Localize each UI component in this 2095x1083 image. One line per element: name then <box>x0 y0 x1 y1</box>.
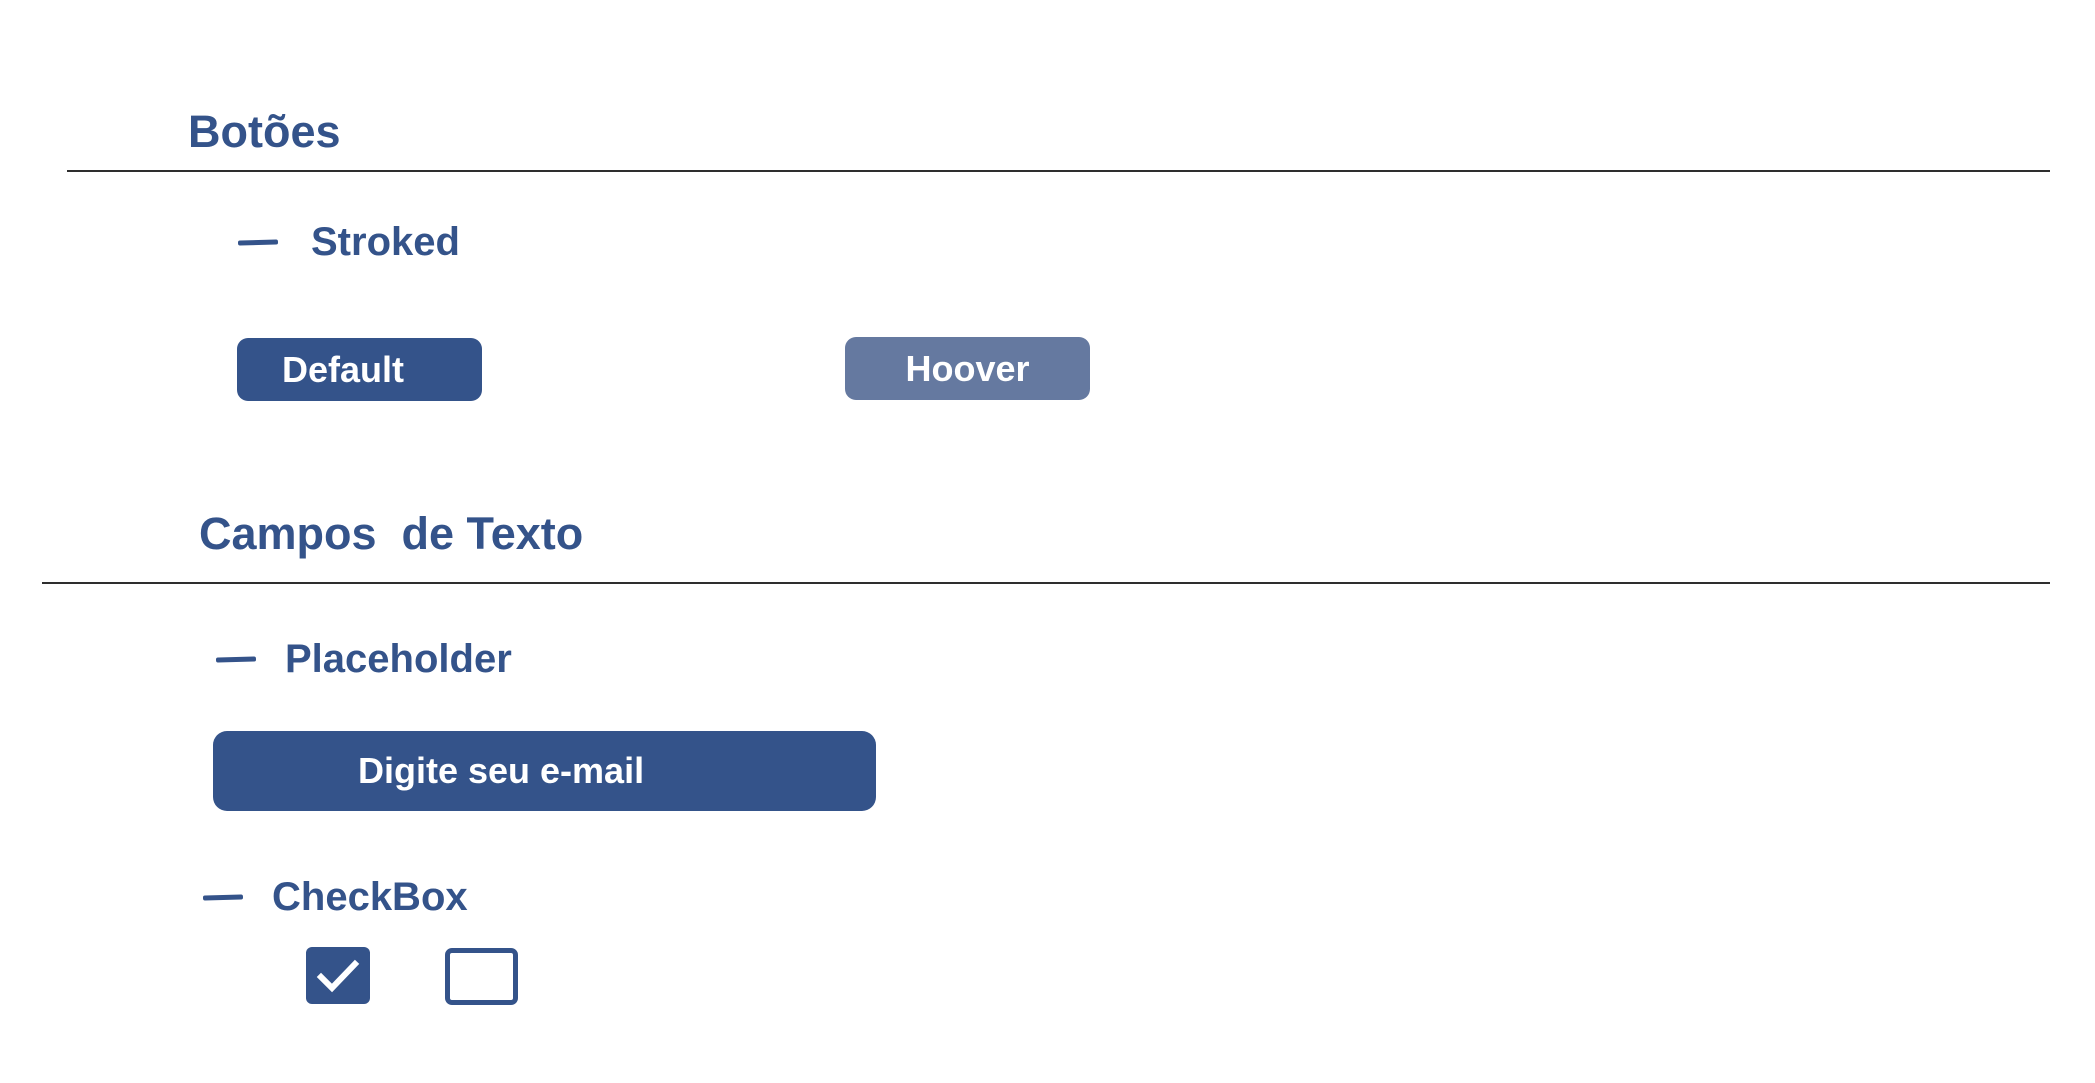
subsection-title-stroked: Stroked <box>311 220 460 264</box>
hover-button-label: Hoover <box>905 347 1030 389</box>
dash-icon <box>202 893 244 901</box>
subsection-title-placeholder: Placeholder <box>285 637 512 681</box>
hover-button[interactable]: Hoover <box>845 337 1090 400</box>
subsection-header-stroked: Stroked <box>237 220 460 264</box>
dash-icon <box>237 238 279 246</box>
default-button-label: Default <box>282 348 405 390</box>
section-title-buttons: Botões <box>188 106 341 157</box>
subsection-title-checkbox: CheckBox <box>272 875 468 919</box>
checkbox-checked[interactable] <box>306 947 370 1004</box>
default-button[interactable]: Default <box>237 338 482 401</box>
section-divider-buttons <box>67 170 2050 172</box>
section-divider-text-fields <box>42 582 2050 584</box>
dash-icon <box>215 655 257 663</box>
section-title-text-fields: Campos de Texto <box>199 508 584 559</box>
checkmark-icon <box>316 959 360 992</box>
subsection-header-placeholder: Placeholder <box>215 637 512 681</box>
checkbox-unchecked[interactable] <box>445 948 518 1005</box>
subsection-header-checkbox: CheckBox <box>202 875 468 919</box>
email-field[interactable] <box>213 731 876 811</box>
